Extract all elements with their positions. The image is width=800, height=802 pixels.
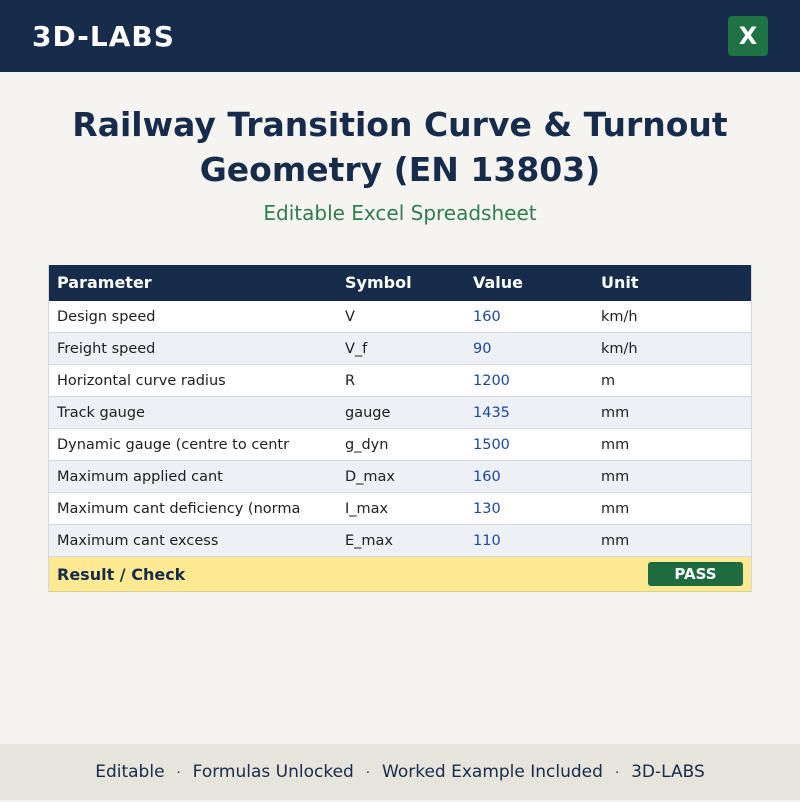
table-row: Dynamic gauge (centre to centr g_dyn 150… (49, 429, 751, 461)
value-cell[interactable]: 160 (473, 301, 593, 333)
unit-cell: km/h (601, 341, 638, 357)
column-header-unit: Unit (601, 273, 639, 292)
page-title: Railway Transition Curve & Turnout Geome… (72, 105, 728, 189)
parameter-cell: Dynamic gauge (centre to centr (57, 437, 290, 453)
symbol-cell: g_dyn (345, 437, 389, 453)
unit-cell: mm (601, 405, 630, 421)
value-cell[interactable]: 160 (473, 461, 593, 493)
parameter-cell: Maximum applied cant (57, 469, 223, 485)
column-header-symbol: Symbol (345, 273, 412, 292)
table-row: Maximum cant deficiency (norma I_max 130… (49, 493, 751, 525)
unit-cell: mm (601, 437, 630, 453)
page-subtitle: Editable Excel Spreadsheet (263, 201, 537, 225)
parameter-cell: Maximum cant excess (57, 533, 219, 549)
value-cell[interactable]: 130 (473, 493, 593, 525)
unit-cell: mm (601, 469, 630, 485)
symbol-cell: E_max (345, 533, 394, 549)
parameter-cell: Maximum cant deficiency (norma (57, 501, 301, 517)
unit-cell: mm (601, 533, 630, 549)
excel-icon: X (728, 16, 768, 56)
footer-item-worked-example: Worked Example Included (382, 762, 603, 782)
parameter-cell: Design speed (57, 309, 156, 325)
footer: Editable · Formulas Unlocked · Worked Exampl… (0, 744, 800, 800)
footer-item-editable: Editable (95, 762, 165, 782)
symbol-cell: gauge (345, 405, 391, 421)
footer-separator: · (614, 766, 620, 781)
table-row: Horizontal curve radius R 1200 m (49, 365, 751, 397)
result-row: Result / Check PASS (49, 557, 751, 592)
footer-item-formulas: Formulas Unlocked (192, 762, 354, 782)
top-bar: 3D-LABS X (0, 0, 800, 72)
symbol-cell: D_max (345, 469, 396, 485)
table-row: Freight speed V_f 90 km/h (49, 333, 751, 365)
symbol-cell: V (345, 309, 355, 325)
parameter-cell: Horizontal curve radius (57, 373, 226, 389)
column-header-parameter: Parameter (57, 273, 152, 292)
parameter-cell: Track gauge (57, 405, 145, 421)
unit-cell: km/h (601, 309, 638, 325)
value-cell[interactable]: 1435 (473, 397, 593, 429)
status-badge: PASS (648, 562, 743, 586)
table-row: Maximum cant excess E_max 110 mm (49, 525, 751, 557)
footer-separator: · (176, 766, 181, 781)
value-cell[interactable]: 1200 (473, 365, 593, 397)
value-cell[interactable]: 1500 (473, 429, 593, 461)
table-row: Maximum applied cant D_max 160 mm (49, 461, 751, 493)
value-cell[interactable]: 110 (473, 525, 593, 557)
parameter-cell: Freight speed (57, 341, 156, 357)
footer-item-brand: 3D-LABS (631, 762, 705, 782)
symbol-cell: I_max (345, 501, 389, 517)
symbol-cell: V_f (345, 341, 368, 357)
unit-cell: mm (601, 501, 630, 517)
table-row: Track gauge gauge 1435 mm (49, 397, 751, 429)
column-header-value: Value (473, 273, 524, 292)
value-cell[interactable]: 90 (473, 333, 593, 365)
parameter-table: Parameter Symbol Value Unit Design speed… (48, 265, 752, 592)
unit-cell: m (601, 373, 616, 389)
table-header: Parameter Symbol Value Unit (49, 265, 751, 301)
result-label: Result / Check (57, 565, 186, 584)
footer-separator: · (365, 766, 370, 781)
symbol-cell: R (345, 373, 356, 389)
brand-logo: 3D-LABS (32, 20, 175, 53)
table-row: Design speed V 160 km/h (49, 301, 751, 333)
